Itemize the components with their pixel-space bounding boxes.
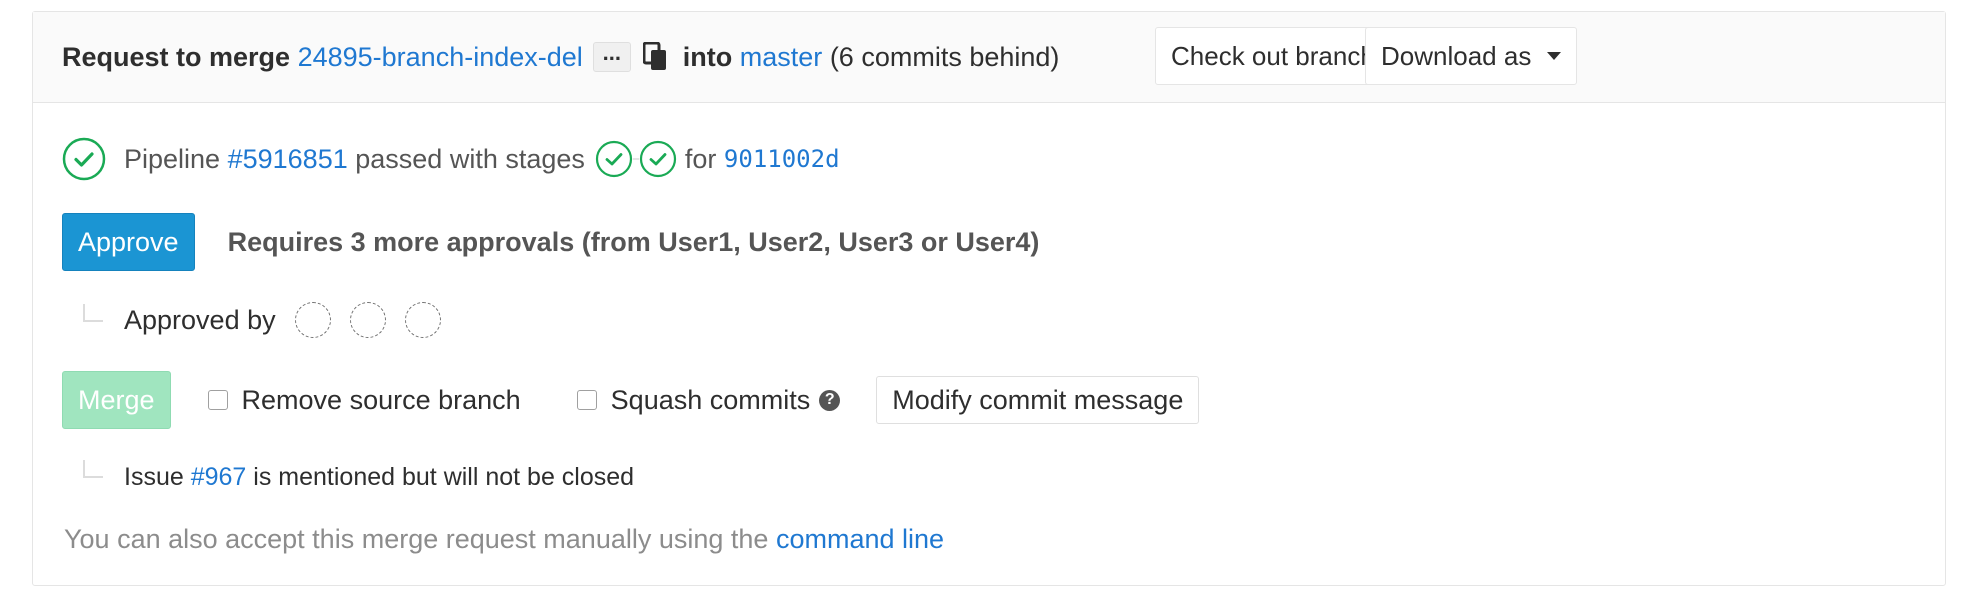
approved-by-row: Approved by xyxy=(124,298,441,342)
status-success-icon[interactable] xyxy=(639,140,677,178)
issue-suffix: is mentioned but will not be closed xyxy=(253,462,635,491)
download-as-dropdown[interactable]: Download as xyxy=(1365,27,1578,85)
merge-request-widget: Request to merge 24895-branch-index-del … xyxy=(32,11,1946,586)
commits-behind: (6 commits behind) xyxy=(829,41,1060,72)
pipeline-status-text: passed with stages xyxy=(355,143,585,174)
avatar-placeholder xyxy=(349,302,386,338)
tree-connector xyxy=(83,460,103,478)
avatar-placeholder xyxy=(404,302,441,338)
question-circle-icon[interactable]: ? xyxy=(819,389,841,411)
expand-branch-button[interactable]: ... xyxy=(592,42,631,72)
source-branch-link[interactable]: 24895-branch-index-del xyxy=(298,42,583,73)
check-out-branch-button[interactable]: Check out branch xyxy=(1155,27,1391,85)
manual-merge-hint: You can also accept this merge request m… xyxy=(64,518,944,560)
widget-header: Request to merge 24895-branch-index-del … xyxy=(33,12,1945,103)
squash-commits-label[interactable]: Squash commits xyxy=(611,385,811,416)
into-label: into xyxy=(682,41,733,72)
approved-by-label: Approved by xyxy=(124,304,276,335)
squash-commits-checkbox[interactable] xyxy=(576,390,597,410)
related-issues-row: Issue #967 is mentioned but will not be … xyxy=(124,457,634,497)
issue-link[interactable]: #967 xyxy=(191,463,247,492)
title-prefix: Request to merge xyxy=(62,41,291,72)
modify-commit-message-label: Modify commit message xyxy=(892,384,1184,415)
pipeline-link[interactable]: #5916851 xyxy=(228,144,348,175)
commit-sha-link[interactable]: 9011002d xyxy=(724,145,840,173)
caret-down-icon xyxy=(1547,52,1562,60)
merge-button[interactable]: Merge xyxy=(62,371,171,429)
remove-source-branch-checkbox[interactable] xyxy=(207,390,228,410)
pipeline-prefix: Pipeline xyxy=(124,143,221,174)
copy-icon[interactable] xyxy=(642,42,669,72)
modify-commit-message-button[interactable]: Modify commit message xyxy=(876,376,1200,424)
approve-label: Approve xyxy=(78,226,179,257)
issue-prefix: Issue xyxy=(124,462,184,491)
status-success-icon[interactable] xyxy=(595,140,633,178)
pipeline-for-label: for xyxy=(684,143,717,174)
pipeline-status-row: Pipeline #5916851 passed with stages for… xyxy=(62,136,840,182)
status-success-icon[interactable] xyxy=(62,137,106,181)
remove-source-branch-label[interactable]: Remove source branch xyxy=(242,385,521,416)
merge-request-title: Request to merge 24895-branch-index-del … xyxy=(62,12,1059,102)
manual-merge-text: You can also accept this merge request m… xyxy=(64,523,769,554)
merge-actions-row: Merge Remove source branch Squash commit… xyxy=(62,371,1200,429)
approval-requirement: Requires 3 more approvals (from User1, U… xyxy=(227,226,1040,257)
target-branch-link[interactable]: master xyxy=(740,42,823,73)
approve-button[interactable]: Approve xyxy=(62,213,195,271)
approval-row: Approve Requires 3 more approvals (from … xyxy=(62,213,1039,271)
command-line-link[interactable]: command line xyxy=(776,524,944,555)
check-out-branch-label: Check out branch xyxy=(1171,40,1375,71)
merge-label: Merge xyxy=(78,384,155,415)
avatar-placeholder xyxy=(294,302,331,338)
download-as-label: Download as xyxy=(1381,40,1532,71)
tree-connector xyxy=(83,304,103,322)
